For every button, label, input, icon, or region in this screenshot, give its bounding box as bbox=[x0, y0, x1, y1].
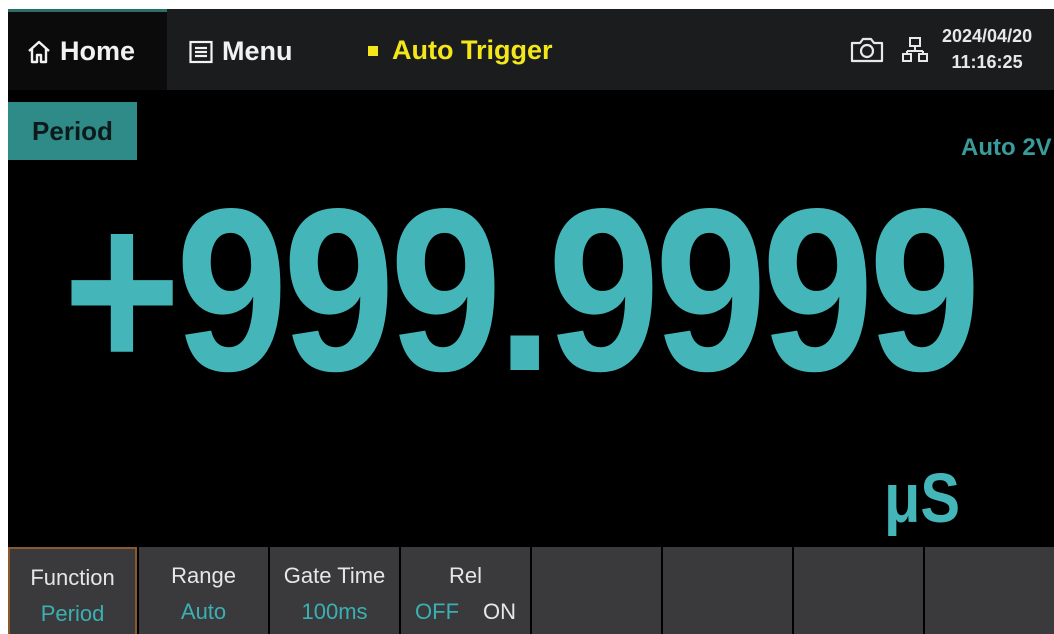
time-text: 11:16:25 bbox=[951, 52, 1023, 72]
menu-icon bbox=[189, 40, 213, 63]
measurement-unit: μS bbox=[884, 459, 961, 537]
softkey-title: Gate Time bbox=[283, 563, 386, 588]
softkey-title: Range bbox=[171, 563, 236, 588]
softkey-value: 100ms bbox=[301, 599, 368, 624]
function-label: Period bbox=[8, 102, 137, 160]
trigger-status[interactable]: Auto Trigger bbox=[368, 35, 553, 66]
home-tab[interactable]: Home bbox=[8, 9, 167, 90]
softkey-empty-8[interactable] bbox=[925, 547, 1054, 634]
softkey-rel[interactable]: Rel OFF ON bbox=[401, 547, 531, 634]
softkey-gate-time[interactable]: Gate Time 100ms bbox=[270, 547, 400, 634]
softkey-value: Auto bbox=[180, 599, 227, 624]
softkey-bar: Function Period Range Auto Gate Time 100… bbox=[8, 547, 1054, 634]
rel-on-option: ON bbox=[483, 599, 517, 624]
rel-off-option: OFF bbox=[415, 599, 460, 624]
menu-label: Menu bbox=[222, 36, 293, 66]
softkey-range[interactable]: Range Auto bbox=[139, 547, 269, 634]
trigger-label: Auto Trigger bbox=[392, 35, 553, 65]
softkey-empty-5[interactable] bbox=[532, 547, 662, 634]
date-time: 2024/04/20 11:16:25 bbox=[942, 23, 1032, 75]
home-icon bbox=[28, 40, 50, 63]
network-icon bbox=[902, 37, 928, 62]
range-indicator: Auto 2V bbox=[961, 134, 1052, 161]
menu-tab[interactable]: Menu bbox=[188, 36, 293, 67]
date-text: 2024/04/20 bbox=[942, 26, 1033, 46]
softkey-empty-7[interactable] bbox=[794, 547, 924, 634]
softkey-title: Function bbox=[30, 565, 115, 590]
softkey-empty-6[interactable] bbox=[663, 547, 793, 634]
measurement-reading: +999.9999 bbox=[63, 161, 981, 420]
instrument-screen: Home Menu Auto Trigger 2024/04/20 11:16:… bbox=[8, 9, 1054, 634]
rel-toggle: OFF ON bbox=[401, 599, 530, 625]
trigger-indicator-icon bbox=[368, 45, 378, 56]
camera-icon[interactable] bbox=[849, 36, 885, 64]
softkey-title: Rel bbox=[449, 563, 483, 588]
softkey-value: Period bbox=[40, 601, 105, 626]
softkey-function[interactable]: Function Period bbox=[8, 547, 138, 634]
home-label: Home bbox=[60, 36, 136, 66]
top-bar: Home Menu Auto Trigger 2024/04/20 11:16:… bbox=[8, 9, 1054, 90]
